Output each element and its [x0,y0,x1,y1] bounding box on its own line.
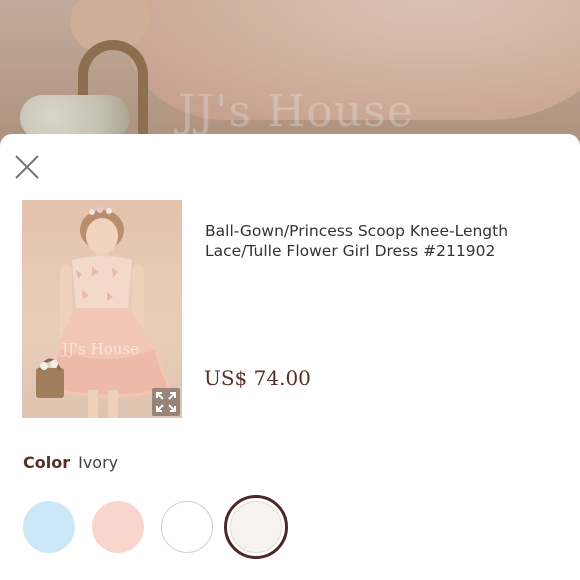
expand-image-button[interactable] [152,388,180,416]
color-swatch-blush[interactable] [92,501,144,553]
product-options-sheet: JJ's House Ball-Gown/Princess Scoop Knee… [0,134,580,580]
color-swatch-light-blue[interactable] [23,501,75,553]
flower-girl-dress-image [36,207,170,418]
product-thumbnail[interactable]: JJ's House [22,200,182,418]
color-selection-header: Color Ivory [23,453,118,472]
expand-icon [156,392,176,412]
product-price: US$ 74.00 [204,366,311,390]
background-product-photo: JJ's House [0,0,580,150]
selected-color-value: Ivory [78,453,119,472]
color-label: Color [23,453,71,472]
close-icon [15,155,39,179]
color-swatch-white[interactable] [161,501,213,553]
color-swatch-ivory[interactable] [230,501,282,553]
product-title: Ball-Gown/Princess Scoop Knee-Length Lac… [205,222,509,260]
close-button[interactable] [10,150,44,184]
dim-overlay[interactable] [0,0,580,150]
thumbnail-watermark: JJ's House [62,340,139,358]
